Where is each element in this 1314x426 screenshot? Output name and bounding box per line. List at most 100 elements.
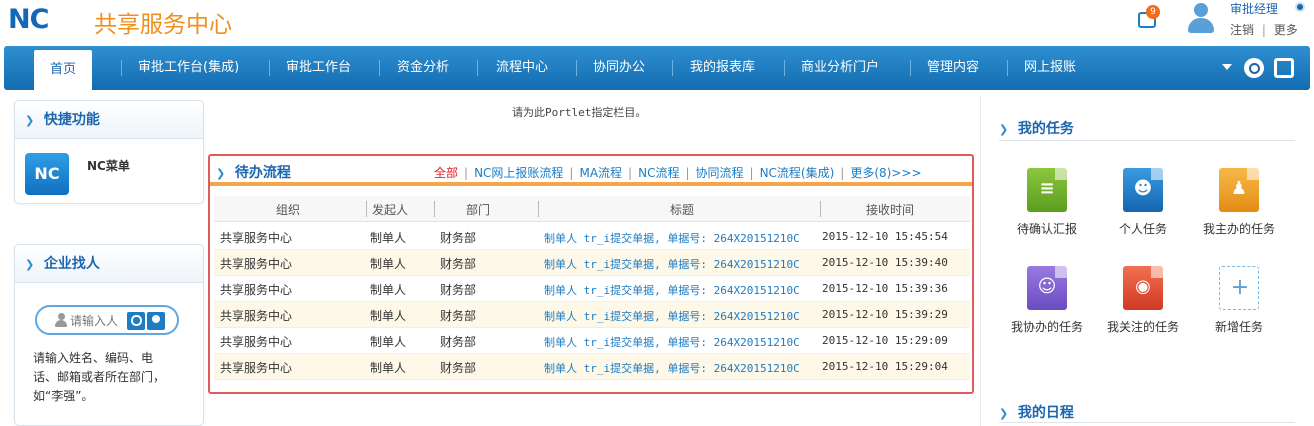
filter-separator: | xyxy=(569,166,574,180)
table-row[interactable]: 共享服务中心 制单人 财务部 制单人 tr_i提交单据, 单据号: 264X20… xyxy=(214,276,970,302)
filter-separator: | xyxy=(464,166,469,180)
cell-time: 2015-12-10 15:29:04 xyxy=(822,360,948,373)
nav-separator xyxy=(672,60,673,76)
filter-separator: | xyxy=(685,166,690,180)
column-header-initiator[interactable]: 发起人 xyxy=(372,201,408,218)
my-tasks-title-text: 我的任务 xyxy=(1017,121,1074,137)
cell-dept: 财务部 xyxy=(440,335,477,349)
tab-my-reports[interactable]: 我的报表库 xyxy=(690,46,755,90)
column-header-org[interactable]: 组织 xyxy=(276,201,300,218)
todo-title: ❯ 待办流程 xyxy=(216,162,291,182)
tab-collaboration[interactable]: 协同办公 xyxy=(593,46,645,90)
tab-online-reimbursement[interactable]: 网上报账 xyxy=(1024,46,1076,90)
cell-org: 共享服务中心 xyxy=(220,231,293,245)
tab-fund-analysis[interactable]: 资金分析 xyxy=(397,46,449,90)
collapse-chevron-icon[interactable]: ❯ xyxy=(25,246,39,284)
task-item-report-confirm[interactable]: ≡ 待确认汇报 xyxy=(999,168,1095,237)
right-panel: ❯ 我的任务 ≡ 待确认汇报 ☻ 个人任务 ♟ 我主办的任务 ☺ 我协办的任务 … xyxy=(980,96,1310,426)
user-avatar[interactable] xyxy=(1186,3,1216,35)
nc-menu-icon[interactable]: NC xyxy=(25,153,69,195)
table-row[interactable]: 共享服务中心 制单人 财务部 制单人 tr_i提交单据, 单据号: 264X20… xyxy=(214,224,970,250)
cell-org: 共享服务中心 xyxy=(220,257,293,271)
app-header: NC 共享服务中心 9 审批经理 注销 | 更多 xyxy=(0,0,1314,44)
collapse-chevron-icon[interactable]: ❯ xyxy=(25,102,39,140)
task-item-hosted[interactable]: ♟ 我主办的任务 xyxy=(1191,168,1287,237)
table-row[interactable]: 共享服务中心 制单人 财务部 制单人 tr_i提交单据, 单据号: 264X20… xyxy=(214,354,970,380)
task-item-add[interactable]: + 新增任务 xyxy=(1191,266,1287,335)
filter-more[interactable]: 更多(8)>>> xyxy=(850,166,921,180)
task-item-assisted[interactable]: ☺ 我协办的任务 xyxy=(999,266,1095,335)
table-row[interactable]: 共享服务中心 制单人 财务部 制单人 tr_i提交单据, 单据号: 264X20… xyxy=(214,250,970,276)
filter-nc-process-integrated[interactable]: NC流程(集成) xyxy=(760,166,835,180)
quick-functions-header: ❯ 快捷功能 xyxy=(15,101,203,139)
collapse-chevron-icon[interactable]: ❯ xyxy=(999,123,1013,136)
cell-org: 共享服务中心 xyxy=(220,309,293,323)
cell-title-link[interactable]: 制单人 tr_i提交单据, 单据号: 264X20151210C xyxy=(544,230,820,246)
column-separator xyxy=(434,201,435,217)
nav-separator xyxy=(576,60,577,76)
tab-home[interactable]: 首页 xyxy=(34,50,92,90)
tab-approval-integrated[interactable]: 审批工作台(集成) xyxy=(138,46,239,90)
tab-approval[interactable]: 审批工作台 xyxy=(286,46,351,90)
column-header-dept[interactable]: 部门 xyxy=(466,201,490,218)
nc-menu-label[interactable]: NC菜单 xyxy=(87,157,130,174)
column-header-title[interactable]: 标题 xyxy=(670,201,694,218)
tab-business-analysis[interactable]: 商业分析门户 xyxy=(801,46,879,90)
assisted-task-icon: ☺ xyxy=(1027,266,1067,310)
cell-title-link[interactable]: 制单人 tr_i提交单据, 单据号: 264X20151210C xyxy=(544,334,820,350)
cell-time: 2015-12-10 15:45:54 xyxy=(822,230,948,243)
collapse-chevron-icon[interactable]: ❯ xyxy=(999,407,1013,420)
search-icon[interactable] xyxy=(127,312,145,330)
tab-content-management[interactable]: 管理内容 xyxy=(927,46,979,90)
task-item-personal[interactable]: ☻ 个人任务 xyxy=(1095,168,1191,237)
cell-title-link[interactable]: 制单人 tr_i提交单据, 单据号: 264X20151210C xyxy=(544,256,820,272)
cell-title-link[interactable]: 制单人 tr_i提交单据, 单据号: 264X20151210C xyxy=(544,360,820,376)
filter-separator: | xyxy=(749,166,754,180)
watched-task-icon: ◉ xyxy=(1123,266,1163,310)
column-header-time[interactable]: 接收时间 xyxy=(866,201,914,218)
cell-org: 共享服务中心 xyxy=(220,361,293,375)
cell-initiator: 制单人 xyxy=(370,231,407,245)
add-task-icon: + xyxy=(1219,266,1259,310)
table-row[interactable]: 共享服务中心 制单人 财务部 制单人 tr_i提交单据, 单据号: 264X20… xyxy=(214,302,970,328)
filter-all[interactable]: 全部 xyxy=(434,166,458,180)
column-separator xyxy=(366,201,367,217)
app-title: 共享服务中心 xyxy=(94,12,232,38)
task-item-watched[interactable]: ◉ 我关注的任务 xyxy=(1095,266,1191,335)
find-person-hint: 请输入姓名、编码、电话、邮箱或者所在部门，如“李强”。 xyxy=(33,351,166,403)
more-link[interactable]: 更多 xyxy=(1274,23,1298,37)
cell-time: 2015-12-10 15:39:40 xyxy=(822,256,948,269)
my-tasks-title: ❯ 我的任务 xyxy=(999,118,1074,138)
table-row[interactable]: 共享服务中心 制单人 财务部 制单人 tr_i提交单据, 单据号: 264X20… xyxy=(214,328,970,354)
logout-link[interactable]: 注销 xyxy=(1230,23,1254,37)
task-label: 待确认汇报 xyxy=(1016,222,1077,236)
nav-separator xyxy=(477,60,478,76)
tab-process-center[interactable]: 流程中心 xyxy=(496,46,548,90)
user-name[interactable]: 审批经理 xyxy=(1230,0,1278,17)
filter-nc-process[interactable]: NC流程 xyxy=(638,166,679,180)
column-separator xyxy=(538,201,539,217)
my-schedule-title: ❯ 我的日程 xyxy=(999,402,1074,422)
chevron-down-icon[interactable] xyxy=(1222,64,1232,70)
message-count-badge[interactable]: 9 xyxy=(1146,5,1160,19)
contact-icon[interactable] xyxy=(147,312,165,330)
user-links: 注销 | 更多 xyxy=(1230,21,1298,38)
my-schedule-title-text: 我的日程 xyxy=(1017,405,1074,421)
filter-nc-online-reimbursement[interactable]: NC网上报账流程 xyxy=(474,166,563,180)
cell-initiator: 制单人 xyxy=(370,283,407,297)
cell-title-link[interactable]: 制单人 tr_i提交单据, 单据号: 264X20151210C xyxy=(544,308,820,324)
search-icon[interactable] xyxy=(1244,58,1264,78)
filter-ma-process[interactable]: MA流程 xyxy=(579,166,622,180)
fullscreen-icon[interactable] xyxy=(1274,58,1294,78)
find-person-panel: ❯ 企业找人 请输入姓名、编码、电话、邮箱或者所在部门，如“李强”。 xyxy=(14,244,204,426)
quick-functions-title: 快捷功能 xyxy=(43,112,100,128)
nav-separator xyxy=(379,60,380,76)
cell-dept: 财务部 xyxy=(440,231,477,245)
task-label: 我主办的任务 xyxy=(1202,222,1275,236)
filter-collaboration-process[interactable]: 协同流程 xyxy=(696,166,744,180)
cell-title-link[interactable]: 制单人 tr_i提交单据, 单据号: 264X20151210C xyxy=(544,282,820,298)
collapse-chevron-icon[interactable]: ❯ xyxy=(216,167,230,180)
nav-separator xyxy=(910,60,911,76)
cell-initiator: 制单人 xyxy=(370,309,407,323)
person-search-input[interactable] xyxy=(70,312,126,330)
